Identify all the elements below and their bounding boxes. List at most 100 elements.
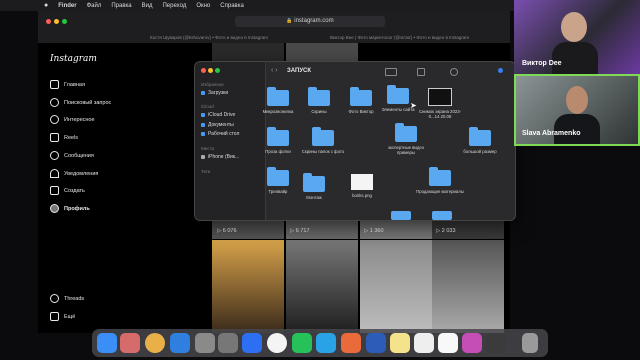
instagram-logo[interactable]: Instagram bbox=[50, 54, 97, 64]
finder-item-label: Монтаж bbox=[306, 195, 322, 200]
sidebar-header-tags: Теги bbox=[201, 169, 211, 174]
final-cut-app-icon[interactable] bbox=[486, 333, 506, 353]
messenger-icon bbox=[50, 151, 59, 160]
video-tile-participant-1: Виктор Dee bbox=[514, 0, 640, 74]
post-thumbnail[interactable] bbox=[212, 240, 284, 333]
nav-threads[interactable]: Threads bbox=[50, 294, 84, 303]
whatsapp-app-icon[interactable] bbox=[292, 333, 312, 353]
nav-reels[interactable]: Reels bbox=[50, 133, 78, 142]
sidebar-item-documents-label: Документы bbox=[208, 122, 234, 128]
sidebar-item-iphone[interactable]: iPhone (Вик... bbox=[201, 154, 239, 160]
nav-more-label: Ещё bbox=[64, 313, 76, 320]
nav-home[interactable]: Главная bbox=[50, 80, 85, 89]
finder-item[interactable]: Монтаж bbox=[289, 173, 339, 200]
sidebar-header-favorites: Избранное bbox=[201, 82, 224, 87]
post-thumbnail[interactable] bbox=[432, 240, 504, 333]
finder-item-label: большой размер bbox=[463, 149, 497, 154]
sidebar-item-downloads[interactable]: Загрузки bbox=[201, 90, 228, 96]
browser-tab-2[interactable]: Виктор Вне | Фото маркетолог (@victor) •… bbox=[330, 33, 505, 42]
finder-item-label: Снимок экрана 2023-0...14.20.08 bbox=[418, 109, 462, 119]
post-thumbnail[interactable] bbox=[212, 43, 284, 63]
telegram-app-icon[interactable] bbox=[316, 333, 336, 353]
menu-view[interactable]: Вид bbox=[142, 3, 153, 9]
screenshot-thumbnail-icon bbox=[428, 88, 452, 106]
share-icon[interactable] bbox=[417, 68, 425, 76]
yandex-browser-app-icon[interactable] bbox=[267, 333, 287, 353]
tag-icon[interactable] bbox=[450, 68, 458, 76]
word-app-icon[interactable] bbox=[366, 333, 386, 353]
menu-file[interactable]: Файл bbox=[87, 3, 102, 9]
reminders-app-icon[interactable] bbox=[414, 333, 434, 353]
search-icon bbox=[50, 98, 59, 107]
lock-icon: 🔒 bbox=[286, 18, 293, 24]
calculator-app-icon[interactable] bbox=[195, 333, 215, 353]
finder-app-icon[interactable] bbox=[97, 333, 117, 353]
browser-tab-1[interactable]: Костя Шуваров (@kshuvarov) • Фото и виде… bbox=[150, 33, 310, 42]
trash-icon[interactable] bbox=[522, 333, 538, 353]
menu-go[interactable]: Переход bbox=[162, 3, 186, 9]
views-count-value: 1 360 bbox=[369, 228, 384, 234]
finder-item[interactable]: Скрины папок с фото bbox=[298, 127, 348, 154]
sidebar-item-iphone-label: iPhone (Вик... bbox=[208, 154, 240, 160]
nav-messages[interactable]: Сообщения bbox=[50, 151, 94, 160]
post-thumbnail[interactable] bbox=[286, 43, 358, 63]
finder-item[interactable]: экспертные видео примеры bbox=[381, 123, 431, 155]
system-settings-app-icon[interactable] bbox=[218, 333, 238, 353]
folder-icon bbox=[267, 127, 289, 146]
back-forward-icon[interactable]: ‹ › bbox=[271, 67, 278, 74]
url-text: instagram.com bbox=[294, 18, 334, 24]
photos-app-icon[interactable] bbox=[341, 333, 361, 353]
home-icon bbox=[50, 80, 59, 89]
nav-profile[interactable]: Профиль bbox=[50, 204, 90, 213]
finder-item[interactable]: Продающие материалы bbox=[415, 167, 465, 194]
launchpad-app-icon[interactable] bbox=[120, 333, 140, 353]
sidebar-item-icloud-drive[interactable]: iCloud Drive bbox=[201, 112, 235, 118]
grid-view-icon[interactable] bbox=[385, 68, 397, 76]
nav-home-label: Главная bbox=[64, 81, 85, 88]
menu-window[interactable]: Окно bbox=[196, 3, 210, 9]
nav-create[interactable]: Создать bbox=[50, 186, 85, 195]
figma-app-icon[interactable] bbox=[462, 333, 482, 353]
nav-more[interactable]: Ещё bbox=[50, 312, 75, 321]
views-count: ▷ 2 033 bbox=[436, 228, 456, 234]
sidebar-item-documents[interactable]: Документы bbox=[201, 122, 234, 128]
folder-icon bbox=[387, 85, 409, 104]
post-thumbnail[interactable] bbox=[360, 240, 432, 333]
screen-recorder-app-icon[interactable] bbox=[145, 333, 165, 353]
finder-item[interactable]: bonks.png bbox=[337, 174, 387, 198]
safari-app-icon[interactable] bbox=[170, 333, 190, 353]
folder-icon[interactable] bbox=[391, 211, 411, 220]
menu-edit[interactable]: Правка bbox=[111, 3, 131, 9]
notion-app-icon[interactable] bbox=[438, 333, 458, 353]
app-store-app-icon[interactable] bbox=[242, 333, 262, 353]
nav-explore[interactable]: Интересное bbox=[50, 115, 95, 124]
finder-item[interactable]: большой размер bbox=[455, 127, 505, 154]
menu-help[interactable]: Справка bbox=[220, 3, 244, 9]
participant-name: Виктор Dee bbox=[522, 60, 562, 67]
menu-app-name[interactable]: Finder bbox=[58, 3, 76, 9]
post-thumbnail[interactable] bbox=[286, 240, 358, 333]
finder-item[interactable]: Снимок экрана 2023-0...14.20.08 bbox=[415, 88, 465, 119]
notes-app-icon[interactable] bbox=[390, 333, 410, 353]
nav-search[interactable]: Поисковый запрос bbox=[50, 98, 111, 107]
maximize-window-icon[interactable] bbox=[62, 19, 67, 24]
views-count-value: 6 076 bbox=[222, 228, 237, 234]
minimize-window-icon[interactable] bbox=[54, 19, 59, 24]
sidebar-header-icloud: iCloud bbox=[201, 104, 214, 109]
minimize-window-icon[interactable] bbox=[208, 68, 213, 73]
sidebar-item-desktop[interactable]: Рабочий стол bbox=[201, 131, 239, 137]
finder-item[interactable]: Проза фотки bbox=[253, 127, 303, 154]
maximize-window-icon[interactable] bbox=[215, 68, 220, 73]
close-window-icon[interactable] bbox=[201, 68, 206, 73]
nav-profile-label: Профиль bbox=[64, 205, 90, 212]
search-icon[interactable] bbox=[498, 68, 503, 73]
sidebar-item-downloads-label: Загрузки bbox=[208, 90, 229, 96]
close-window-icon[interactable] bbox=[46, 19, 51, 24]
folder-icon[interactable] bbox=[432, 211, 452, 220]
apple-icon[interactable]: ● bbox=[44, 2, 48, 9]
reels-icon bbox=[50, 133, 59, 142]
folder-icon bbox=[312, 127, 334, 146]
address-bar[interactable]: 🔒 instagram.com bbox=[235, 16, 385, 27]
nav-notifications[interactable]: Уведомления bbox=[50, 169, 98, 178]
folder-icon bbox=[267, 87, 289, 106]
